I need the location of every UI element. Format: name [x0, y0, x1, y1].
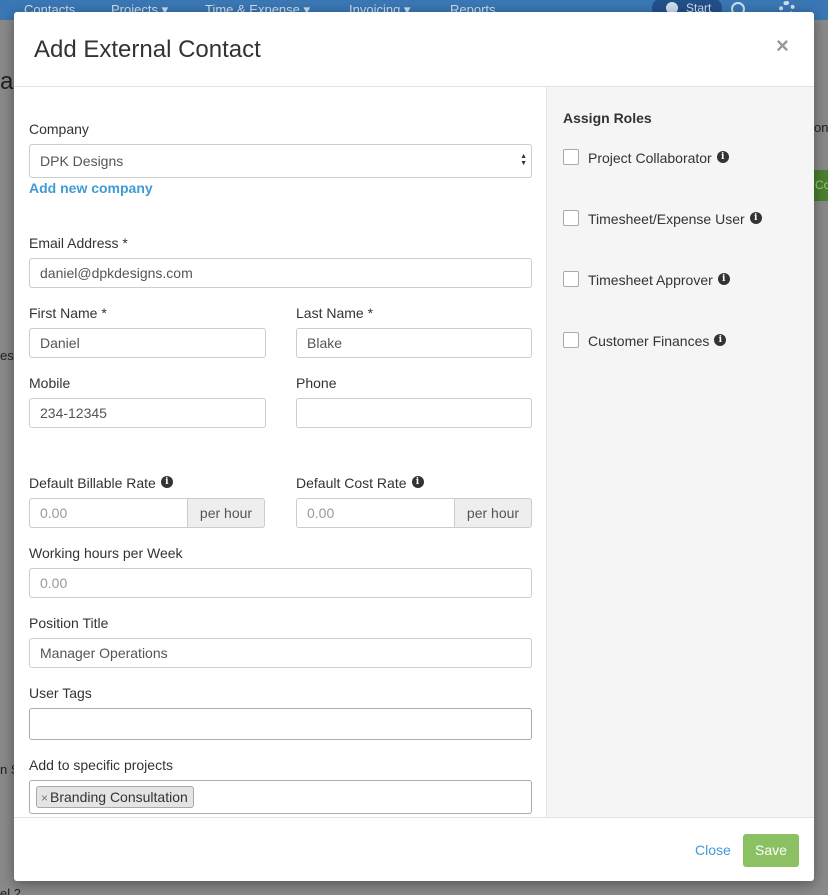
email-field[interactable]: daniel@dpkdesigns.com	[29, 258, 532, 288]
company-select[interactable]: DPK Designs ▲ ▼	[29, 144, 532, 178]
role-checkbox[interactable]	[563, 149, 579, 166]
save-button[interactable]: Save	[743, 834, 799, 867]
select-arrows-icon: ▲ ▼	[520, 153, 527, 167]
assign-roles-panel: Assign Roles Project Collaborator i Times…	[546, 87, 814, 817]
role-checkbox[interactable]	[563, 271, 579, 288]
close-icon[interactable]: ×	[776, 34, 789, 58]
mobile-field[interactable]: 234-12345	[29, 398, 266, 428]
mobile-label: Mobile	[29, 375, 71, 391]
phone-field[interactable]	[296, 398, 532, 428]
cost-rate-label: Default Cost Rate i	[296, 475, 424, 491]
first-name-field[interactable]: Daniel	[29, 328, 266, 358]
add-external-contact-modal: Add External Contact × Company DPK Desig…	[14, 12, 814, 881]
role-label: Timesheet Approver	[588, 272, 713, 288]
billable-rate-label-text: Default Billable Rate	[29, 475, 156, 491]
company-label: Company	[29, 121, 89, 137]
position-title-field[interactable]: Manager Operations	[29, 638, 532, 668]
role-timesheet-approver[interactable]: Timesheet Approver i	[563, 271, 730, 289]
last-name-field[interactable]: Blake	[296, 328, 532, 358]
modal-body: Company DPK Designs ▲ ▼ Add new company E…	[14, 87, 814, 817]
modal-title: Add External Contact	[34, 36, 261, 63]
info-icon[interactable]: i	[717, 273, 730, 286]
cost-rate-label-text: Default Cost Rate	[296, 475, 407, 491]
info-icon[interactable]: i	[714, 334, 727, 347]
modal-footer: Close Save	[14, 817, 814, 881]
close-button[interactable]: Close	[695, 842, 731, 858]
position-title-label: Position Title	[29, 615, 109, 631]
user-tags-label: User Tags	[29, 685, 92, 701]
phone-label: Phone	[296, 375, 337, 391]
role-label: Project Collaborator	[588, 150, 712, 166]
email-label: Email Address *	[29, 235, 128, 251]
role-customer-finances[interactable]: Customer Finances i	[563, 332, 727, 350]
role-checkbox[interactable]	[563, 210, 579, 227]
cost-rate-unit: per hour	[455, 498, 532, 528]
role-label: Timesheet/Expense User	[588, 211, 745, 227]
first-name-label: First Name *	[29, 305, 107, 321]
role-label: Customer Finances	[588, 333, 710, 349]
assign-roles-title: Assign Roles	[563, 110, 652, 126]
working-hours-label: Working hours per Week	[29, 545, 183, 561]
working-hours-input[interactable]: 0.00	[29, 568, 532, 598]
cost-rate-input[interactable]: 0.00	[296, 498, 455, 528]
last-name-label: Last Name *	[296, 305, 374, 321]
role-project-collaborator[interactable]: Project Collaborator i	[563, 149, 729, 167]
billable-rate-unit: per hour	[188, 498, 265, 528]
role-timesheet-expense-user[interactable]: Timesheet/Expense User i	[563, 210, 762, 228]
bg-column-fragment: on	[814, 120, 828, 135]
company-select-value: DPK Designs	[40, 153, 124, 169]
bg-page-title-fragment: a	[0, 68, 14, 95]
billable-rate-input[interactable]: 0.00	[29, 498, 188, 528]
project-tag-label: Branding Consultation	[50, 789, 188, 805]
projects-label: Add to specific projects	[29, 757, 173, 773]
add-new-company-link[interactable]: Add new company	[29, 180, 153, 196]
info-icon[interactable]: i	[411, 476, 424, 489]
info-icon[interactable]: i	[749, 212, 762, 225]
modal-header: Add External Contact ×	[14, 12, 814, 87]
project-tag: × Branding Consultation	[36, 786, 194, 808]
role-checkbox[interactable]	[563, 332, 579, 349]
remove-tag-icon[interactable]: ×	[41, 791, 48, 805]
bg-row-fragment-3: el 2	[0, 886, 21, 895]
user-tags-input[interactable]	[29, 708, 532, 740]
billable-rate-label: Default Billable Rate i	[29, 475, 173, 491]
info-icon[interactable]: i	[160, 476, 173, 489]
bg-green-button-label: Co	[815, 178, 828, 192]
projects-multiselect[interactable]: × Branding Consultation	[29, 780, 532, 814]
info-icon[interactable]: i	[716, 151, 729, 164]
